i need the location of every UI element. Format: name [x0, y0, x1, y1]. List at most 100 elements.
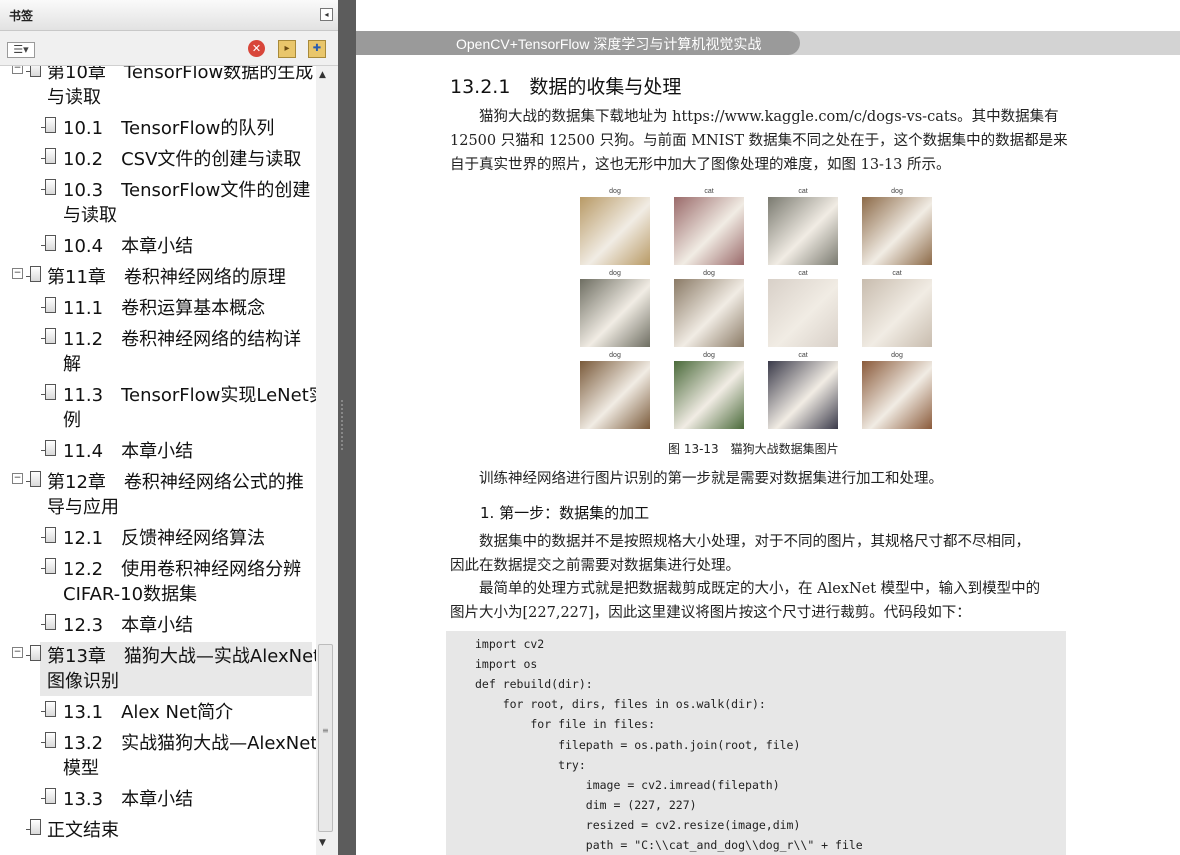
code-line: path = "C:\\cat_and_dog\\dog_r\\" + file [475, 838, 863, 852]
bookmark-icon [41, 148, 56, 164]
bookmark-icon [41, 328, 56, 344]
bookmark-item[interactable]: 10.4 本章小结 [0, 234, 316, 259]
bookmark-label: 11.1 卷积运算基本概念 [63, 298, 266, 319]
bookmark-label: 13.2 实战猫狗大战—AlexNet [63, 733, 316, 754]
figure-photo: dog [674, 351, 744, 429]
photo-image [862, 279, 932, 347]
figure-photo: dog [580, 351, 650, 429]
bookmark-label: 11.4 本章小结 [63, 441, 194, 462]
bookmark-item[interactable]: 正文结束 [0, 818, 316, 843]
splitter-grip [341, 400, 347, 450]
text-line: 训练神经网络进行图片识别的第一步就是需要对数据集进行加工和处理。 [479, 471, 943, 487]
bookmark-label: 12.2 使用卷积神经网络分辨 [63, 559, 302, 580]
text-line: 12500 只猫和 12500 只狗。与前面 MNIST 数据集不同之处在于，这… [450, 133, 1068, 149]
bookmark-icon [26, 266, 41, 282]
bookmark-icon [26, 66, 41, 77]
bookmark-item[interactable]: 10.1 TensorFlow的队列 [0, 116, 316, 141]
bookmark-label: 导与应用 [47, 497, 119, 518]
bookmark-label: 图像识别 [47, 671, 119, 692]
paragraph-1: 猫狗大战的数据集下载地址为 https://www.kaggle.com/c/d… [450, 105, 1070, 177]
figure-photo: dog [862, 187, 932, 265]
code-line: filepath = os.path.join(root, file) [475, 737, 801, 752]
bookmark-label: 第10章 TensorFlow数据的生成 [47, 66, 314, 83]
figure-photo: dog [674, 269, 744, 347]
bookmark-item[interactable]: 12.1 反馈神经网络算法 [0, 526, 316, 551]
running-head-text: OpenCV+TensorFlow 深度学习与计算机视觉实战 [456, 36, 762, 52]
collapse-toggle-icon[interactable]: − [12, 473, 23, 484]
photo-label: dog [891, 352, 903, 359]
bookmark-item[interactable]: − 第13章 猫狗大战—实战AlexNet 图像识别 [0, 644, 316, 694]
photo-image [862, 361, 932, 429]
code-line: import cv2 [475, 637, 545, 651]
bookmark-item[interactable]: − 第12章 卷积神经网络公式的推 导与应用 [0, 470, 316, 520]
bookmark-item[interactable]: 11.2 卷积神经网络的结构详解 [0, 327, 316, 377]
code-block: import cv2 import os def rebuild(dir): for… [446, 631, 1066, 855]
bookmarks-scrollbar[interactable]: ▲ ≡ ▼ [316, 66, 333, 855]
collapse-toggle-icon[interactable]: − [12, 66, 23, 74]
collapse-toggle-icon[interactable]: − [12, 647, 23, 658]
bookmark-item[interactable]: 13.3 本章小结 [0, 787, 316, 812]
code-line: try: [475, 757, 586, 772]
bookmarks-title: 书签 [9, 9, 34, 23]
bookmark-item[interactable]: 13.2 实战猫狗大战—AlexNet 模型 [0, 731, 316, 781]
photo-label: cat [798, 352, 808, 359]
panel-splitter[interactable] [338, 0, 356, 855]
bookmark-item[interactable]: 12.3 本章小结 [0, 613, 316, 638]
bookmark-item[interactable]: − 第11章 卷积神经网络的原理 [0, 265, 316, 290]
bookmark-icon [41, 732, 56, 748]
photo-label: dog [891, 188, 903, 195]
bookmarks-toolbar: ☰▾ ✕ ▸ ✚ [0, 31, 338, 66]
code-line: import os [475, 657, 538, 672]
new-bookmark-icon[interactable]: ✚ [308, 40, 326, 58]
figure-photo: dog [580, 269, 650, 347]
bookmark-label: 10.1 TensorFlow的队列 [63, 118, 275, 139]
bookmarks-panel: 书签 ◂ ☰▾ ✕ ▸ ✚ − 第10章 TensorFlow数据的生成 与读取 10… [0, 0, 338, 855]
photo-label: dog [703, 270, 715, 277]
bookmark-icon [41, 297, 56, 313]
bookmark-label: 正文结束 [47, 820, 119, 841]
bookmark-label: 13.1 Alex Net简介 [63, 702, 234, 723]
bookmark-label: 13.3 本章小结 [63, 789, 194, 810]
collapse-toggle-icon[interactable]: − [12, 268, 23, 279]
bookmark-item[interactable]: 10.3 TensorFlow文件的创建 与读取 [0, 178, 316, 228]
bookmark-item[interactable]: 11.3 TensorFlow实现LeNet实例 [0, 383, 316, 433]
photo-label: dog [609, 352, 621, 359]
bookmarks-header: 书签 ◂ [0, 0, 338, 31]
bookmark-tree: − 第10章 TensorFlow数据的生成 与读取 10.1 TensorFlow的… [0, 66, 316, 855]
scroll-down-icon[interactable]: ▼ [319, 838, 326, 848]
expand-bookmark-icon[interactable]: ▸ [278, 40, 296, 58]
figure-photo: cat [862, 269, 932, 347]
bookmark-item[interactable]: 11.1 卷积运算基本概念 [0, 296, 316, 321]
text-line: 数据集中的数据并不是按照规格大小处理，对于不同的图片，其规格尺寸都不尽相同， [479, 534, 1030, 550]
bookmark-item[interactable]: 13.1 Alex Net简介 [0, 700, 316, 725]
photo-image [768, 361, 838, 429]
code-line: dim = (227, 227) [475, 797, 697, 812]
code-line: image = cv2.imread(filepath) [475, 777, 780, 792]
figure-photo: dog [580, 187, 650, 265]
bookmark-icon [41, 235, 56, 251]
paragraph-4: 最简单的处理方式就是把数据裁剪成既定的大小，在 AlexNet 模型中，输入到模… [450, 577, 1070, 625]
bookmark-label: 第11章 卷积神经网络的原理 [47, 267, 286, 288]
delete-bookmark-icon[interactable]: ✕ [248, 40, 265, 57]
bookmark-label: 10.3 TensorFlow文件的创建 [63, 180, 311, 201]
photo-image [580, 279, 650, 347]
bookmark-item[interactable]: − 第10章 TensorFlow数据的生成 与读取 [0, 66, 316, 110]
bookmark-item[interactable]: 12.2 使用卷积神经网络分辨 CIFAR-10数据集 [0, 557, 316, 607]
photo-label: dog [703, 352, 715, 359]
bookmark-icon [41, 179, 56, 195]
bookmark-label: 第12章 卷积神经网络公式的推 [47, 472, 304, 493]
bookmark-icon [41, 558, 56, 574]
paragraph-3: 数据集中的数据并不是按照规格大小处理，对于不同的图片，其规格尺寸都不尽相同， 因… [450, 530, 1070, 578]
bookmark-item[interactable]: 11.4 本章小结 [0, 439, 316, 464]
bookmark-icon [41, 384, 56, 400]
collapse-panel-icon[interactable]: ◂ [320, 8, 333, 21]
bookmark-icon [41, 117, 56, 133]
bookmark-item[interactable]: 10.2 CSV文件的创建与读取 [0, 147, 316, 172]
figure-image-grid: dog cat cat dog dog dog cat cat dog dog cat dog [580, 187, 940, 432]
scrollbar-thumb[interactable]: ≡ [318, 644, 333, 832]
bookmark-label: 例 [63, 410, 81, 431]
options-menu-icon[interactable]: ☰▾ [7, 42, 35, 58]
scroll-up-icon[interactable]: ▲ [319, 70, 326, 80]
bookmark-icon [41, 440, 56, 456]
photo-image [768, 197, 838, 265]
